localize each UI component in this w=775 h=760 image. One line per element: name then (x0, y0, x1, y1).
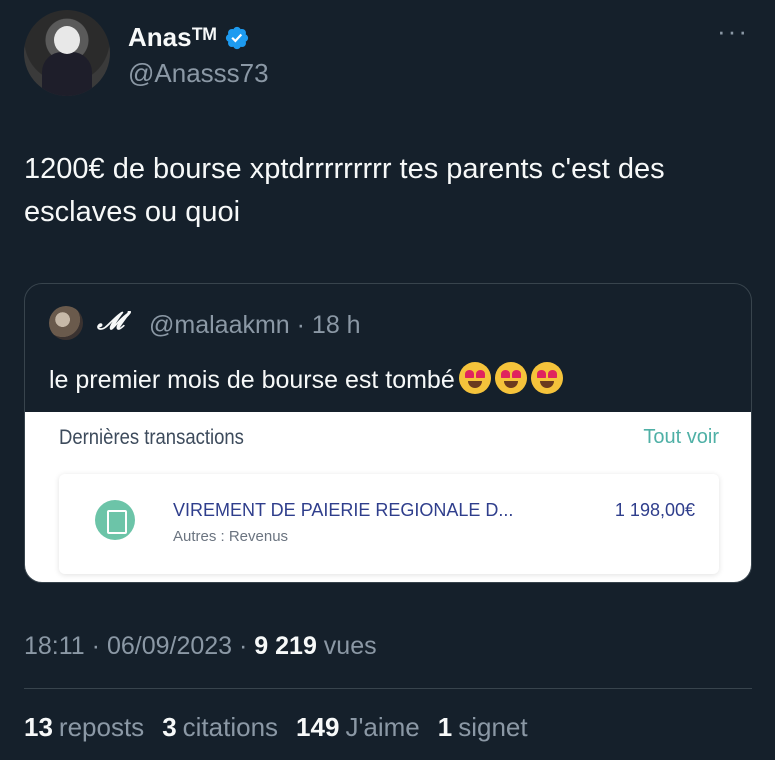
transaction-amount: 1 198,00€ (614, 500, 695, 520)
author-display-name[interactable]: Anasᵀᴹ (128, 22, 216, 53)
quoted-tweet[interactable]: 𝓜’ @malaakmn · 18 h le premier mois de b… (24, 283, 752, 583)
stat-likes[interactable]: 149 J'aime (296, 712, 420, 743)
quoted-image[interactable]: Dernières transactions Tout voir VIREMEN… (25, 412, 751, 582)
money-icon (95, 500, 135, 540)
views-label: vues (323, 632, 377, 660)
views-count: 9 219 (254, 632, 317, 660)
quoted-handle: @malaakmn (149, 311, 290, 339)
see-all-link: Tout voir (643, 426, 719, 448)
tweet-date[interactable]: 06/09/2023 (107, 632, 232, 660)
quoted-display-name[interactable]: 𝓜’ (97, 306, 132, 335)
tweet-text: 1200€ de bourse xptdrrrrrrrrr tes parent… (24, 153, 665, 228)
author-name-row[interactable]: Anasᵀᴹ (128, 22, 250, 53)
transactions-title: Dernières transactions (59, 426, 244, 449)
transaction-category: Autres : Revenus (173, 528, 289, 545)
stat-quotes[interactable]: 3 citations (162, 712, 278, 743)
heart-eyes-emoji-icon (530, 362, 563, 394)
tweet-time[interactable]: 18:11 (24, 632, 85, 660)
stat-reposts[interactable]: 13 reposts (24, 712, 144, 743)
divider (24, 688, 752, 689)
quoted-avatar[interactable] (49, 306, 83, 340)
verified-badge-icon (226, 26, 249, 49)
heart-eyes-emoji-icon (458, 362, 491, 394)
transaction-card: VIREMENT DE PAIERIE REGIONALE D... Autre… (59, 474, 719, 574)
quoted-age: 18 h (311, 311, 361, 339)
transaction-label: VIREMENT DE PAIERIE REGIONALE D... (173, 500, 514, 520)
quoted-text: le premier mois de bourse est tombé (49, 366, 455, 394)
stat-bookmarks[interactable]: 1 signet (438, 712, 528, 743)
tweet: Anasᵀᴹ @Anasss73 ··· 1200€ de bourse xpt… (0, 0, 775, 760)
engagement-stats: 13 reposts 3 citations 149 J'aime 1 signet (24, 712, 528, 743)
more-options-icon[interactable]: ··· (717, 18, 749, 44)
author-avatar[interactable] (24, 10, 110, 96)
quoted-text-row: le premier mois de bourse est tombé (49, 362, 563, 395)
quoted-handle-time: @malaakmn · 18 h (149, 311, 361, 339)
author-handle[interactable]: @Anasss73 (128, 58, 269, 89)
tweet-meta: 18:11 · 06/09/2023 · 9 219 vues (24, 632, 377, 660)
heart-eyes-emoji-icon (494, 362, 527, 394)
